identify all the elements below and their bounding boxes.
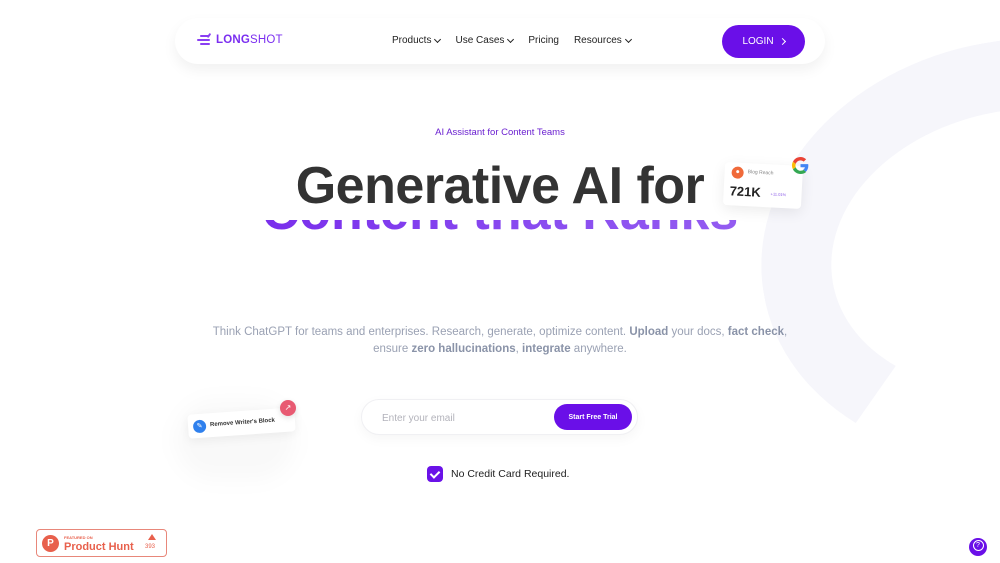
hero-headline-secondary: Content that Ranks <box>0 220 1000 243</box>
logo-icon <box>197 32 213 47</box>
upvote-arrow-icon <box>148 534 156 540</box>
chevron-down-icon <box>434 35 442 43</box>
background-arc-decoration <box>727 0 1000 502</box>
nav-products-label: Products <box>392 35 432 46</box>
login-label: LOGIN <box>742 36 774 47</box>
nav-pricing-label: Pricing <box>528 35 559 46</box>
main-nav: Products Use Cases Pricing Resources <box>392 35 632 46</box>
hero-headline: Generative AI for <box>295 157 705 215</box>
login-button[interactable]: LOGIN <box>722 25 805 58</box>
nav-use-cases[interactable]: Use Cases <box>455 35 515 46</box>
user-icon: ● <box>731 166 744 179</box>
chevron-right-icon <box>778 37 786 46</box>
checkbox-checked-icon[interactable] <box>427 466 443 482</box>
product-hunt-featured-label: FEATURED ON <box>64 535 93 540</box>
pen-icon: ✎ <box>192 418 207 433</box>
help-icon: ? <box>972 539 984 551</box>
no-credit-card-label: No Credit Card Required. <box>451 468 570 480</box>
help-button[interactable]: ? <box>969 538 987 556</box>
logo-text: LONGSHOT <box>216 34 283 46</box>
no-credit-card-note: No Credit Card Required. <box>427 466 569 482</box>
blog-reach-label: Blog Reach <box>747 169 774 177</box>
nav-use-cases-label: Use Cases <box>455 35 505 46</box>
nav-resources[interactable]: Resources <box>573 35 632 46</box>
signup-form: Start Free Trial <box>361 399 638 435</box>
nav-resources-label: Resources <box>573 35 622 46</box>
hero-eyebrow: AI Assistant for Content Teams <box>435 127 565 138</box>
chevron-down-icon <box>507 35 515 43</box>
google-icon <box>792 157 809 174</box>
blog-reach-delta: +11.01% <box>770 191 787 198</box>
nav-products[interactable]: Products <box>392 35 442 46</box>
product-hunt-name: Product Hunt <box>64 541 134 553</box>
product-hunt-badge[interactable]: P FEATURED ON Product Hunt 393 <box>36 529 167 557</box>
start-free-trial-button[interactable]: Start Free Trial <box>554 404 632 430</box>
trend-up-icon: ↗ <box>280 400 296 416</box>
logo[interactable]: LONGSHOT <box>197 32 283 47</box>
blog-reach-value: 721K <box>729 183 762 200</box>
product-hunt-upvotes: 393 <box>145 544 156 550</box>
hero-subtext: Think ChatGPT for teams and enterprises.… <box>212 326 788 355</box>
hero-headline-gradient-text: Content that Ranks <box>0 220 1000 242</box>
writers-block-label: Remove Writer's Block <box>209 417 276 429</box>
nav-pricing[interactable]: Pricing <box>528 35 559 46</box>
top-navbar: LONGSHOT Products Use Cases Pricing Reso… <box>175 18 825 64</box>
product-hunt-logo-icon: P <box>42 535 59 552</box>
email-input[interactable] <box>382 409 542 427</box>
chevron-down-icon <box>624 35 632 43</box>
